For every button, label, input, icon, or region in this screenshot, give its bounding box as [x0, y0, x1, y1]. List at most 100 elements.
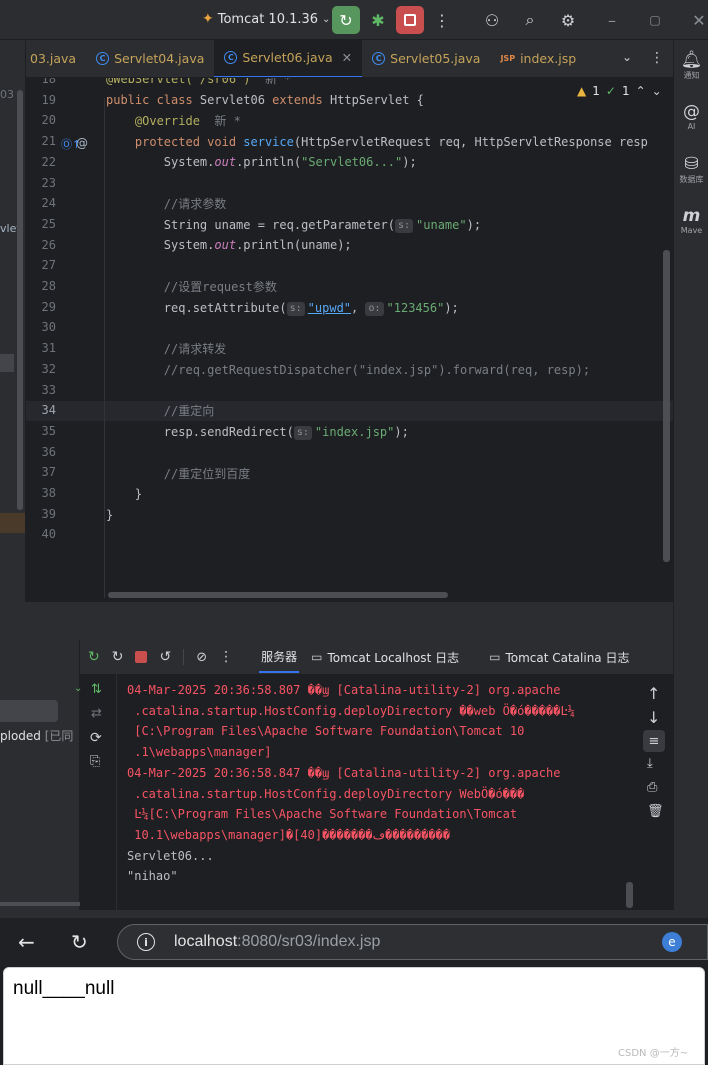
- line-number: 18: [41, 78, 56, 86]
- annotation: @Override: [134, 114, 200, 128]
- tab-more-icon[interactable]: ⋮: [650, 50, 664, 66]
- servlet-gutter-icon[interactable]: @: [76, 136, 88, 150]
- editor-horizontal-scrollbar[interactable]: [108, 592, 448, 598]
- tab-index-jsp[interactable]: JSP index.jsp: [490, 40, 586, 77]
- tab-label: Servlet06.java: [242, 50, 333, 65]
- info-icon[interactable]: i: [137, 933, 155, 951]
- console-right-tools: ↑ ↓ ≡ ⤓ ⎙ 🗑: [626, 674, 673, 910]
- more-actions-button[interactable]: ⋮: [432, 8, 452, 32]
- debug-button[interactable]: ✱: [366, 8, 390, 32]
- code-line: public class Servlet06 extends HttpServl…: [106, 90, 424, 110]
- string-literal: "123456": [386, 301, 445, 315]
- code-text: String uname = req.getParameter(: [163, 218, 395, 232]
- maximize-button[interactable]: ▢: [645, 8, 665, 32]
- stop-button[interactable]: [396, 6, 424, 34]
- tomcat-icon: ✦: [202, 11, 214, 27]
- line-number: 40: [41, 527, 56, 542]
- reload-button[interactable]: ↻: [71, 930, 88, 954]
- project-selection-marker: [0, 354, 14, 372]
- java-class-icon: C: [96, 52, 110, 65]
- run-config-selector[interactable]: ✦ Tomcat 10.1.36 ⌄: [202, 11, 330, 27]
- deploy-icon[interactable]: ⊘: [196, 650, 207, 665]
- maven-tool[interactable]: m Mave: [674, 206, 708, 235]
- param-hint: s:: [394, 219, 414, 233]
- deploy-all-icon[interactable]: ⇅: [91, 682, 102, 697]
- tab-list-chevron-icon[interactable]: ⌄: [622, 50, 632, 64]
- editor-vertical-scrollbar[interactable]: [663, 250, 670, 562]
- refresh-icon[interactable]: ↺: [159, 649, 171, 665]
- services-tree-item[interactable]: ploded [已同: [0, 727, 73, 744]
- notifications-tool[interactable]: 🔔︎ 通知: [674, 50, 708, 81]
- code-editor[interactable]: 18 19 20 21 22 23 24 25 26 27 28 29 30 31 32 33 34 35 36 37…: [26, 78, 673, 602]
- soft-wrap-icon[interactable]: ≡: [643, 730, 665, 752]
- line-number: 35: [41, 423, 56, 438]
- trash-icon[interactable]: 🗑: [647, 804, 664, 819]
- scroll-to-end-icon[interactable]: ⤓: [647, 756, 653, 771]
- ai-tool[interactable]: @ AI: [674, 102, 708, 131]
- update-icon[interactable]: ⟳: [90, 730, 102, 746]
- tool-label: Mave: [680, 226, 703, 235]
- settings-button[interactable]: ⚙: [556, 8, 580, 32]
- scroll-up-icon[interactable]: ↑: [647, 684, 660, 703]
- run-config-label: Tomcat 10.1.36: [217, 11, 319, 27]
- code-line: //重定向: [106, 401, 214, 421]
- services-selected-row[interactable]: [0, 700, 58, 722]
- edge-copilot-icon[interactable]: e: [662, 932, 682, 952]
- code-area[interactable]: @WebServlet("/sr06") 新 * public class Se…: [106, 78, 673, 602]
- services-tree: ploded [已同: [0, 640, 80, 910]
- log-icon: ▭: [489, 650, 501, 664]
- code-line: @Override 新 *: [106, 111, 241, 131]
- line-number: 37: [41, 465, 56, 480]
- code-text: );: [402, 155, 417, 169]
- services-toolbar: ↻ ↻ ↺ ⊘ ⋮ 服务器 ▭ Tomcat Localhost 日志 ▭ Tomc…: [80, 640, 673, 674]
- undeploy-icon[interactable]: ⇄: [91, 706, 102, 721]
- minimize-button[interactable]: –: [602, 8, 622, 32]
- java-class-icon: C: [224, 51, 238, 64]
- line-number: 31: [41, 341, 56, 356]
- open-browser-icon[interactable]: ⎘: [90, 754, 100, 769]
- right-tool-strip: 🔔︎ 通知 @ AI ⛁ 数据库 m Mave: [673, 40, 708, 910]
- tab-03-java[interactable]: 03.java: [26, 40, 86, 77]
- tab-servlet06[interactable]: C Servlet06.java ✕: [214, 40, 363, 77]
- tab-server[interactable]: 服务器: [259, 642, 300, 673]
- back-button[interactable]: ←: [18, 930, 35, 954]
- expand-chevron-icon[interactable]: ⌄: [74, 683, 82, 694]
- tab-servlet05[interactable]: C Servlet05.java: [362, 40, 490, 77]
- search-button[interactable]: ⌕: [518, 8, 542, 32]
- code-line: @WebServlet("/sr06") 新 *: [106, 78, 291, 89]
- param-hint: o:: [365, 302, 384, 316]
- console-scrollbar[interactable]: [626, 882, 633, 908]
- line-number: 22: [41, 154, 56, 169]
- stop-icon[interactable]: [135, 651, 148, 663]
- rerun-icon[interactable]: ↻: [88, 649, 100, 665]
- code-text: );: [466, 218, 482, 232]
- console-left-tools: ⇅ ⇄ ⟳ ⎘ ⌄: [74, 674, 117, 910]
- close-button[interactable]: ✕: [689, 8, 708, 32]
- java-class-icon: C: [372, 52, 386, 65]
- console-line: Ŀ¼[C:\Program Files\Apache Software Foun…: [127, 807, 518, 822]
- tool-label: 通知: [683, 71, 700, 80]
- rerun-button[interactable]: ↻: [332, 6, 360, 34]
- address-bar[interactable]: i localhost:8080/sr03/index.jsp e: [117, 924, 708, 960]
- console-output[interactable]: 04-Mar-2025 20:36:58.807 ��ϣ [Catalina-u…: [117, 674, 637, 910]
- kebab-icon[interactable]: ⋮: [219, 649, 233, 665]
- project-scrollbar[interactable]: [17, 90, 23, 510]
- restart-debug-icon[interactable]: ↻: [112, 649, 124, 665]
- line-number: 19: [41, 92, 56, 107]
- code-with-me-button[interactable]: ⚇: [480, 8, 504, 32]
- services-tree-scrollbar[interactable]: [0, 902, 80, 906]
- scroll-down-icon[interactable]: ↓: [647, 708, 660, 727]
- code-text: req.setAttribute(: [163, 301, 287, 315]
- keyword: extends: [272, 93, 330, 107]
- tab-catalina-log[interactable]: ▭ Tomcat Catalina 日志: [489, 649, 629, 666]
- panel-divider: [0, 602, 708, 640]
- print-icon[interactable]: ⎙: [647, 780, 657, 795]
- tab-label: Servlet05.java: [390, 51, 481, 66]
- line-number: 24: [41, 196, 56, 211]
- tab-servlet04[interactable]: C Servlet04.java: [86, 40, 214, 77]
- stop-icon: [404, 14, 416, 26]
- tab-localhost-log[interactable]: ▭ Tomcat Localhost 日志: [311, 649, 459, 666]
- close-tab-icon[interactable]: ✕: [342, 50, 352, 65]
- database-tool[interactable]: ⛁ 数据库: [674, 154, 708, 185]
- line-number: 30: [41, 320, 56, 335]
